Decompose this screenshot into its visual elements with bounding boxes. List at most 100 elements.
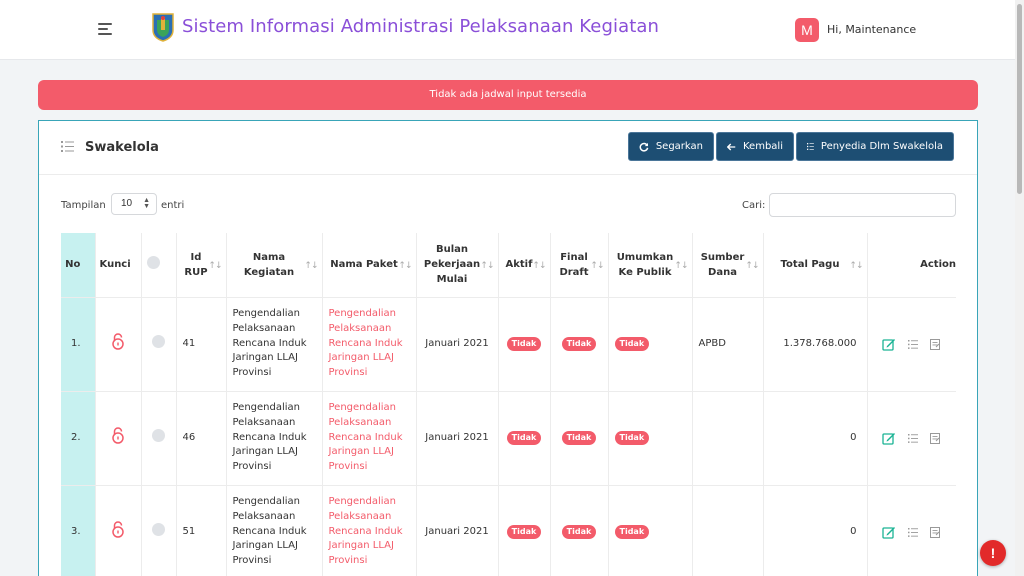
aktif-cell: Tidak [498,391,551,486]
column-header-total-pagu[interactable]: Total Pagu ↑↓ [763,233,868,298]
nama-paket[interactable]: Pengendalian Pelaksanaan Rencana Induk J… [322,485,417,576]
row-number: 1. [61,297,96,392]
list-icon[interactable] [907,339,918,349]
nama-kegiatan: Pengendalian Pelaksanaan Rencana Induk J… [226,297,323,392]
umumkan-badge: Tidak [614,524,650,539]
avatar[interactable]: M [795,18,819,42]
umumkan-badge: Tidak [614,336,650,351]
row-select-cell[interactable] [141,297,177,392]
alert-bubble-icon[interactable]: ! [980,540,1006,566]
provider-swakelola-button[interactable]: Penyedia Dlm Swakelola [796,132,954,161]
page-scrollbar[interactable] [1015,0,1024,576]
column-header-nama-paket[interactable]: Nama Paket ↑↓ [322,233,417,298]
umumkan-badge: Tidak [614,430,650,445]
final-draft-badge: Tidak [561,430,597,445]
column-header-action: Action [867,233,956,298]
edit-icon[interactable] [881,432,896,445]
table-row: 2. 46 Pengendalian Pelaksanaan Rencana Ind… [61,391,956,486]
back-button[interactable]: Kembali [716,132,794,161]
bulan-mulai: Januari 2021 [416,297,499,392]
column-header-final-draft[interactable]: Final Draft ↑↓ [550,233,609,298]
nama-paket[interactable]: Pengendalian Pelaksanaan Rencana Induk J… [322,391,417,486]
table-header-row: No Kunci Id RUP ↑↓ Nama Kegiatan ↑↓ Nama P… [61,233,956,298]
aktif-badge: Tidak [506,430,542,445]
sort-icon: ↑↓ [590,260,604,271]
search-label: Cari: [742,200,766,211]
top-navbar: Sistem Informasi Administrasi Pelaksanaa… [0,0,1024,60]
column-header-nama-kegiatan[interactable]: Nama Kegiatan ↑↓ [226,233,323,298]
edit-icon[interactable] [881,526,896,539]
unlock-icon[interactable] [111,520,125,541]
aktif-cell: Tidak [498,297,551,392]
show-entries-label: Tampilan [61,200,106,211]
final-draft-badge: Tidak [561,336,597,351]
unlock-icon[interactable] [111,332,125,353]
card-title: Swakelola [85,140,159,155]
sumber-dana [692,391,764,486]
column-header-umumkan[interactable]: Umumkan Ke Publik ↑↓ [608,233,693,298]
column-header-aktif[interactable]: Aktif ↑↓ [498,233,551,298]
arrow-left-icon [727,143,736,150]
hamburger-menu-icon[interactable] [98,23,114,37]
user-greeting[interactable]: Hi, Maintenance [827,23,916,36]
column-header-sumber-dana[interactable]: Sumber Dana ↑↓ [692,233,764,298]
refresh-button[interactable]: Segarkan [628,132,714,161]
row-select-checkbox[interactable] [152,334,165,348]
sort-icon: ↑↓ [304,260,318,271]
row-select-checkbox[interactable] [152,522,165,536]
select-all-checkbox[interactable] [147,255,160,269]
id-rup: 51 [176,485,227,576]
row-number: 3. [61,485,96,576]
list-icon[interactable] [907,527,918,537]
total-pagu: 1.378.768.000 [763,297,868,392]
column-header-no[interactable]: No [61,233,96,298]
aktif-badge: Tidak [506,336,542,351]
bulan-mulai: Januari 2021 [416,485,499,576]
scrollbar-thumb[interactable] [1017,4,1022,194]
swakelola-card: Swakelola Segarkan Kembali Penyedia Dlm … [38,120,978,576]
lock-toggle[interactable] [95,485,142,576]
column-header-select[interactable] [141,233,177,298]
sort-icon: ↑↓ [532,260,546,271]
column-header-id-rup[interactable]: Id RUP ↑↓ [176,233,227,298]
action-cell [867,485,956,576]
unlock-icon[interactable] [111,426,125,447]
table-row: 3. 51 Pengendalian Pelaksanaan Rencana Ind… [61,485,956,576]
final-draft-cell: Tidak [550,485,609,576]
document-icon[interactable] [929,338,940,350]
document-icon[interactable] [929,526,940,538]
row-select-checkbox[interactable] [152,428,165,442]
sort-icon: ↑↓ [398,260,412,271]
bulan-mulai: Januari 2021 [416,391,499,486]
nama-paket[interactable]: Pengendalian Pelaksanaan Rencana Induk J… [322,297,417,392]
select-arrows-icon: ▲ ▼ [143,197,150,210]
back-button-label: Kembali [743,141,783,152]
row-number: 2. [61,391,96,486]
lock-toggle[interactable] [95,297,142,392]
schedule-alert: Tidak ada jadwal input tersedia [38,80,978,110]
entries-per-page-value: 10 [121,198,133,209]
column-header-kunci[interactable]: Kunci [95,233,142,298]
nama-kegiatan: Pengendalian Pelaksanaan Rencana Induk J… [226,485,323,576]
final-draft-cell: Tidak [550,297,609,392]
sort-icon: ↑↓ [480,260,494,271]
entries-label: entri [161,200,185,211]
column-header-bulan[interactable]: Bulan Pekerjaan Mulai ↑↓ [416,233,499,298]
action-cell [867,297,956,392]
action-cell [867,391,956,486]
sort-icon: ↑↓ [208,260,222,271]
edit-icon[interactable] [881,338,896,351]
entries-per-page-select[interactable]: 10 ▲ ▼ [111,193,157,215]
document-icon[interactable] [929,432,940,444]
list-icon [61,141,74,152]
app-title: Sistem Informasi Administrasi Pelaksanaa… [182,16,660,37]
list-icon[interactable] [907,433,918,443]
id-rup: 41 [176,297,227,392]
row-select-cell[interactable] [141,485,177,576]
search-input[interactable] [769,193,956,217]
total-pagu: 0 [763,485,868,576]
sort-icon: ↑↓ [849,260,863,271]
sumber-dana: APBD [692,297,764,392]
row-select-cell[interactable] [141,391,177,486]
lock-toggle[interactable] [95,391,142,486]
